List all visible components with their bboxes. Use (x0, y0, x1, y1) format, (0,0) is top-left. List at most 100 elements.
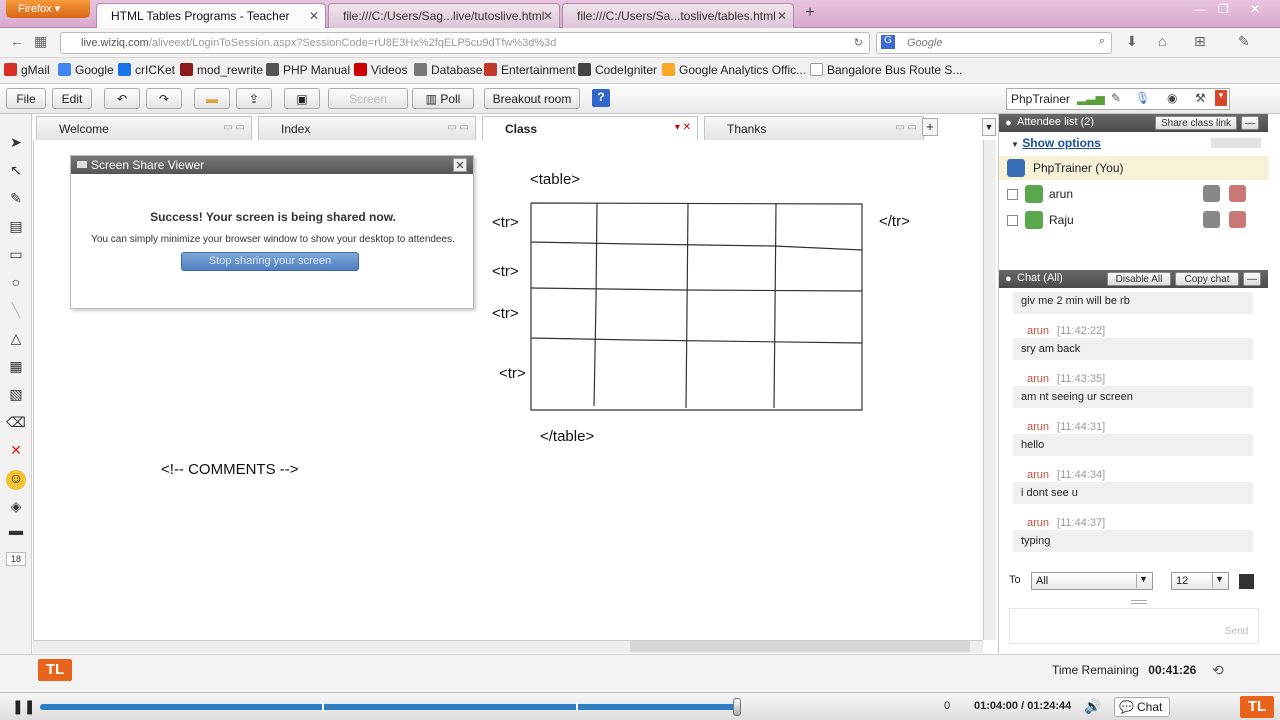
chat-recipient-select[interactable]: All ▼ (1031, 572, 1153, 590)
edit-menu-button[interactable]: Edit (52, 88, 92, 109)
text-tool-icon[interactable]: ▤ (6, 218, 26, 238)
file-menu-button[interactable]: File (6, 88, 46, 109)
bookmark-cricket[interactable]: crICKet (118, 63, 175, 77)
search-icon[interactable]: ⌕ (1099, 35, 1105, 48)
color-tool-icon[interactable]: ▬ (6, 522, 26, 542)
pencil-tool-icon[interactable]: ✎ (6, 190, 26, 210)
resize-grip-icon[interactable] (1131, 600, 1147, 604)
show-options-link[interactable]: ▼ Show options (1011, 136, 1101, 150)
record-button[interactable]: ▣ (284, 88, 320, 109)
chat-font-size-select[interactable]: 12 ▼ (1171, 572, 1229, 590)
webcam-icon[interactable] (1203, 185, 1220, 202)
fill-tool-icon[interactable]: ◈ (6, 498, 26, 518)
close-tab-icon[interactable]: ▾ ✕ (675, 122, 691, 133)
circle-tool-icon[interactable]: ○ (6, 274, 26, 294)
rectangle-tool-icon[interactable]: ▭ (6, 246, 26, 266)
download-icon[interactable]: ⬇ (1126, 33, 1138, 50)
pointer-icon[interactable]: ↖ (6, 162, 26, 182)
tab-controls-icon[interactable]: ▭ ▭ (447, 122, 469, 133)
line-tool-icon[interactable]: ╲ (6, 302, 26, 322)
breakout-room-button[interactable]: Breakout room (484, 88, 580, 109)
dropdown-icon[interactable]: ▾ (1215, 90, 1227, 106)
reload-icon[interactable]: ↻ (854, 36, 863, 49)
bookmark-bangalore-bus[interactable]: Bangalore Bus Route S... (810, 63, 962, 77)
minimize-window-icon[interactable]: — (1194, 2, 1206, 16)
attendee-row-self[interactable]: PhpTrainer (You) (999, 156, 1269, 180)
screen-share-button[interactable]: Screen (328, 88, 408, 109)
home-icon[interactable]: ⌂ (1158, 33, 1166, 49)
tab-class[interactable]: Class ▾ ✕ (482, 116, 698, 140)
firefox-menu-button[interactable]: Firefox ▾ (6, 0, 90, 18)
bookmark-google-analytics[interactable]: Google Analytics Offic... (662, 63, 806, 77)
bookmark-google[interactable]: Google (58, 63, 114, 77)
bookmark-php-manual[interactable]: PHP Manual (266, 63, 350, 77)
eraser-tool-icon[interactable]: ⌫ (6, 414, 26, 434)
bookmarks-menu-icon[interactable]: ▦ (34, 33, 47, 50)
seek-handle[interactable] (733, 698, 741, 716)
canvas-vertical-scrollbar[interactable] (983, 140, 996, 640)
restore-window-icon[interactable]: ❐ (1218, 2, 1229, 16)
options-slider[interactable] (1211, 138, 1261, 148)
webcam-icon[interactable] (1203, 211, 1220, 228)
poll-button[interactable]: ▥ Poll (412, 88, 474, 109)
collapse-panel-button[interactable]: — (1241, 116, 1259, 130)
pause-icon[interactable]: ❚❚ (12, 698, 35, 716)
tab-dropdown-icon[interactable]: ▼ (982, 118, 996, 136)
tab-index[interactable]: Index ▭ ▭ (258, 116, 476, 140)
refresh-icon[interactable]: ⟲ (1212, 662, 1224, 679)
triangle-tool-icon[interactable]: △ (6, 330, 26, 350)
back-arrow-icon[interactable]: ← (10, 33, 24, 49)
emoticon-icon[interactable]: ☺ (6, 470, 26, 490)
tab-welcome[interactable]: Welcome ▭ ▭ (36, 116, 252, 140)
search-box[interactable]: G Google ⌕ (876, 32, 1112, 54)
close-tab-icon[interactable]: ✕ (777, 9, 787, 23)
addon-icon[interactable]: ⊞ (1194, 33, 1206, 50)
bookmark-mod-rewrite[interactable]: mod_rewrite (180, 63, 263, 77)
chat-toggle-button[interactable]: 💬 Chat (1114, 697, 1170, 717)
send-button[interactable]: Send (1225, 626, 1248, 637)
open-folder-button[interactable]: ▬ (194, 88, 230, 109)
help-button[interactable]: ? (592, 89, 610, 107)
mic-disabled-icon[interactable] (1229, 211, 1246, 228)
add-tab-button[interactable]: + (922, 118, 938, 136)
bookmark-database[interactable]: Database (414, 63, 482, 77)
horizontal-scroll-thumb[interactable] (630, 641, 970, 652)
attendee-checkbox[interactable] (1007, 189, 1018, 200)
attendee-row-arun[interactable]: arun (999, 182, 1269, 206)
webcam-icon[interactable]: ◉ (1167, 91, 1177, 105)
table-tool-icon[interactable]: ▦ (6, 358, 26, 378)
collapse-chat-button[interactable]: — (1243, 272, 1261, 286)
browser-tab-tables[interactable]: file:///C:/Users/Sa...toslive/tables.htm… (562, 3, 794, 28)
bookmark-codeigniter[interactable]: CodeIgniter (578, 63, 657, 77)
select-arrow-icon[interactable]: ➤ (6, 134, 26, 154)
close-tab-icon[interactable]: ✕ (309, 9, 319, 23)
share-class-link-button[interactable]: Share class link (1155, 116, 1237, 130)
undo-button[interactable]: ↶ (104, 88, 140, 109)
browser-tab-tutoslive[interactable]: file:///C:/Users/Sag...live/tutoslive.ht… (328, 3, 560, 28)
close-window-icon[interactable]: ✕ (1250, 2, 1260, 16)
text-color-swatch[interactable] (1239, 574, 1254, 589)
redo-button[interactable]: ↷ (146, 88, 182, 109)
google-engine-icon[interactable]: G (881, 35, 895, 49)
chat-message-input[interactable] (1009, 608, 1259, 644)
close-tab-icon[interactable]: ✕ (543, 9, 553, 23)
attendee-checkbox[interactable] (1007, 215, 1018, 226)
new-tab-button[interactable]: + (798, 4, 822, 24)
close-icon[interactable]: ✕ (453, 158, 467, 172)
mic-disabled-icon[interactable] (1229, 185, 1246, 202)
attendee-row-raju[interactable]: Raju (999, 208, 1269, 232)
clear-icon[interactable]: ✕ (6, 442, 26, 462)
microphone-icon[interactable]: 🎙 (1135, 91, 1150, 105)
bookmark-videos[interactable]: Videos (354, 63, 407, 77)
browser-tab-teacher[interactable]: HTML Tables Programs - Teacher ✕ (96, 3, 326, 28)
bookmark-entertainment[interactable]: Entertainment (484, 63, 576, 77)
stop-sharing-button[interactable]: Stop sharing your screen (181, 252, 359, 271)
tab-controls-icon[interactable]: ▭ ▭ (895, 122, 917, 133)
volume-icon[interactable]: 🔊 (1084, 698, 1101, 715)
disable-all-button[interactable]: Disable All (1107, 272, 1171, 286)
upload-button[interactable]: ⇪ (236, 88, 272, 109)
copy-chat-button[interactable]: Copy chat (1175, 272, 1239, 286)
font-size-field[interactable]: 18 (6, 552, 26, 566)
pen-icon[interactable]: ✎ (1238, 33, 1250, 50)
url-bar[interactable]: live.wiziq.com/aliveext/LoginToSession.a… (60, 32, 870, 54)
